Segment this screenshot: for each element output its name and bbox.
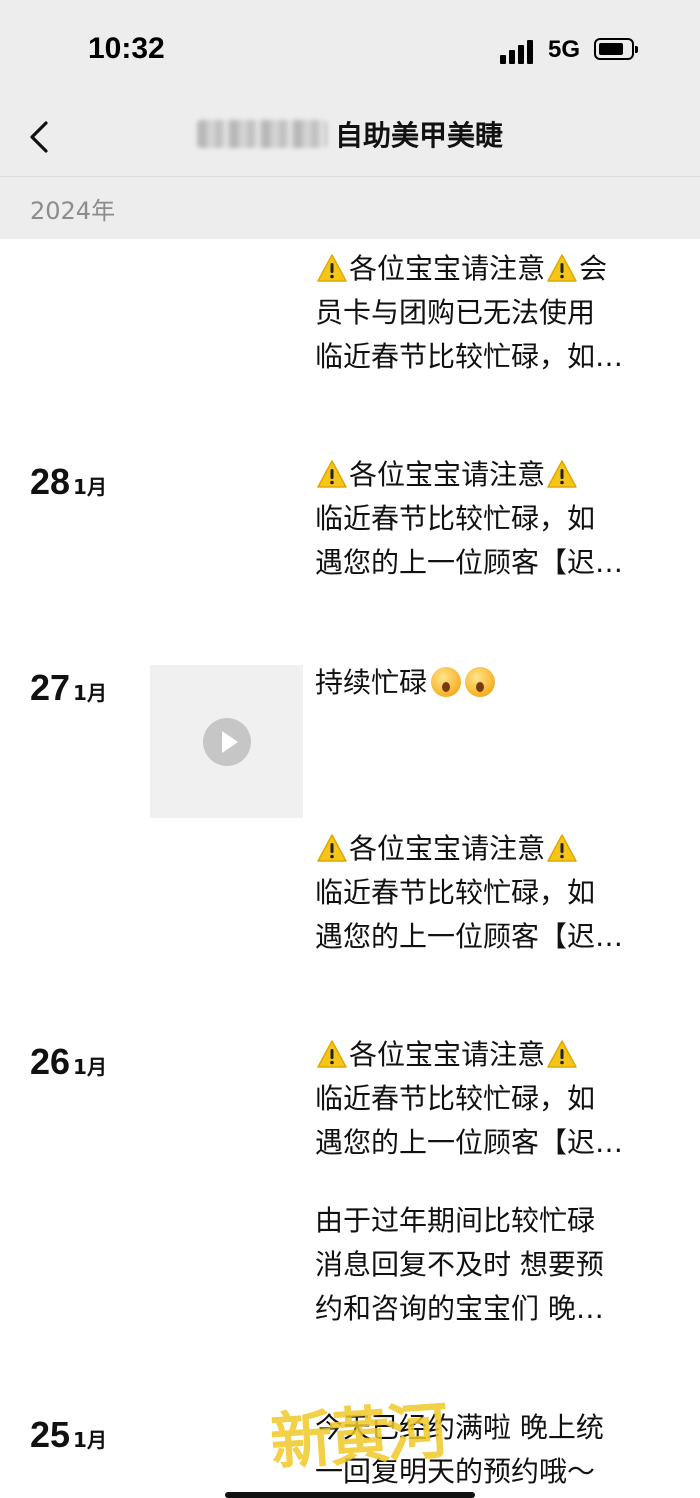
post-line: 由于过年期间比较忙碌 [315,1204,596,1237]
post-line: 遇您的上一位顾客【迟… [315,920,624,953]
warning-icon [546,459,578,489]
blurred-name [196,120,327,148]
status-bar: 10:32 5G [0,0,700,100]
post-line: 各位宝宝请注意 [315,1038,579,1071]
battery-icon [594,38,638,60]
post-line: 遇您的上一位顾客【迟… [315,1126,624,1159]
date-label: 28 1月 [30,461,107,503]
post-line: 临近春节比较忙碌，如 [315,876,596,909]
date-month: 1月 [73,475,107,499]
warning-icon [316,1039,348,1069]
status-time: 10:32 [88,32,165,65]
video-thumbnail[interactable] [150,665,303,818]
date-month: 1月 [73,681,107,705]
surprised-emoji-icon [465,667,496,697]
warning-icon [316,833,348,863]
post-text[interactable]: 各位宝宝请注意 临近春节比较忙碌，如 遇您的上一位顾客【迟… [315,1033,655,1165]
post-line: 各位宝宝请注意 [315,458,579,491]
post-text[interactable]: 由于过年期间比较忙碌 消息回复不及时 想要预 约和咨询的宝宝们 晚… [315,1199,655,1331]
date-label: 26 1月 [30,1041,107,1083]
post-text[interactable]: 各位宝宝请注意会 员卡与团购已无法使用 临近春节比较忙碌，如… [315,247,655,379]
cellular-signal-icon [500,38,540,64]
moments-feed[interactable]: 各位宝宝请注意会 员卡与团购已无法使用 临近春节比较忙碌，如… 28 1月 各位宝… [0,239,700,1498]
year-header: 2024年 [0,177,700,239]
date-day: 25 [30,1414,71,1455]
post-line: 消息回复不及时 想要预 [315,1248,604,1281]
post-line: 各位宝宝请注意 [315,832,579,865]
date-day: 27 [30,667,71,708]
surprised-emoji-icon [431,667,462,697]
post-line: 各位宝宝请注意会 [315,252,607,285]
network-type: 5G [548,36,581,63]
nav-bar: 自助美甲美睫 [0,100,700,177]
post-line: 遇您的上一位顾客【迟… [315,546,624,579]
post-text[interactable]: 各位宝宝请注意 临近春节比较忙碌，如 遇您的上一位顾客【迟… [315,827,655,959]
date-label: 27 1月 [30,667,107,709]
year-label: 2024年 [30,197,116,225]
warning-icon [316,459,348,489]
post-text[interactable]: 持续忙碌 [315,661,655,705]
home-indicator[interactable] [225,1492,475,1498]
warning-icon [546,1039,578,1069]
date-month: 1月 [73,1428,107,1452]
date-day: 26 [30,1041,71,1082]
warning-icon [546,833,578,863]
post-line: 临近春节比较忙碌，如 [315,502,596,535]
date-day: 28 [30,461,71,502]
post-line: 约和咨询的宝宝们 晚… [315,1292,604,1325]
date-month: 1月 [73,1055,107,1079]
post-line: 持续忙碌 [315,666,496,699]
post-line: 员卡与团购已无法使用 [315,296,596,329]
warning-icon [316,253,348,283]
play-icon[interactable] [203,718,251,766]
nav-title-area: 自助美甲美睫 [0,114,700,158]
watermark-logo: 新黄河 [268,1394,447,1479]
date-label: 25 1月 [30,1414,107,1456]
page-title: 自助美甲美睫 [334,119,503,152]
post-line: 临近春节比较忙碌，如 [315,1082,596,1115]
post-line: 临近春节比较忙碌，如… [315,340,624,373]
warning-icon [546,253,578,283]
post-text[interactable]: 各位宝宝请注意 临近春节比较忙碌，如 遇您的上一位顾客【迟… [315,453,655,585]
